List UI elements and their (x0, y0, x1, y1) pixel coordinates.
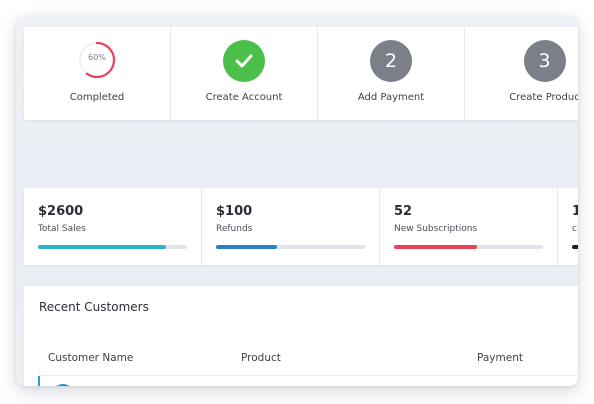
row-accent (38, 376, 40, 386)
stat-progress-fill (216, 245, 278, 249)
step-label-create-account: Create Account (205, 92, 283, 103)
row-divider (38, 375, 578, 376)
stat-caption: Refunds (216, 224, 253, 234)
check-icon (235, 54, 253, 68)
column-header-payment[interactable]: Payment (477, 352, 523, 364)
stat-progress-track (394, 245, 543, 249)
step-number-badge: 3 (523, 40, 566, 82)
step-done-badge (223, 40, 266, 82)
stat-progress-fill (394, 245, 478, 249)
stat-value: 52 (394, 204, 413, 219)
stat-total-sales[interactable]: $2600 Total Sales (24, 188, 202, 265)
table-header: Customer Name Product Payment (24, 348, 578, 368)
step-label-add-payment: Add Payment (357, 92, 425, 103)
stat-progress-fill (572, 245, 578, 249)
recent-customers-panel: Recent Customers Customer Name Product P… (24, 286, 578, 386)
stat-caption: Total Sales (38, 224, 86, 234)
stat-value: 1 (572, 204, 578, 219)
avatar (52, 384, 74, 386)
onboarding-steps: 60% Completed Create Account 2 Add Payme… (24, 27, 578, 120)
step-create-account[interactable]: Create Account (171, 27, 319, 120)
stat-new-subscriptions[interactable]: 52 New Subscriptions (380, 188, 558, 265)
stat-value: $100 (216, 204, 253, 219)
stat-caption: c (572, 224, 577, 234)
stat-value: $2600 (38, 204, 84, 219)
step-number-badge: 2 (370, 40, 413, 82)
stat-progress-fill (38, 245, 167, 249)
stat-progress-track (216, 245, 365, 249)
step-create-product[interactable]: 3 Create Produc (465, 27, 578, 120)
stat-partial[interactable]: 1 c (558, 188, 578, 265)
stat-progress-track (38, 245, 187, 249)
column-header-customer-name[interactable]: Customer Name (48, 352, 133, 364)
step-completed[interactable]: 60% Completed (24, 27, 172, 120)
panel-title: Recent Customers (39, 300, 149, 314)
step-label-completed: Completed (69, 92, 125, 103)
stats-row: $2600 Total Sales $100 Refunds 52 New Su… (24, 188, 578, 265)
stat-progress-track (572, 245, 578, 249)
step-label-create-product: Create Produc (509, 92, 578, 103)
stat-caption: New Subscriptions (394, 224, 478, 234)
progress-percent: 60% (88, 53, 106, 62)
step-add-payment[interactable]: 2 Add Payment (318, 27, 466, 120)
stat-refunds[interactable]: $100 Refunds (202, 188, 380, 265)
progress-ring: 60% (77, 40, 117, 80)
column-header-product[interactable]: Product (241, 352, 281, 364)
dashboard-window: 60% Completed Create Account 2 Add Payme… (16, 16, 578, 386)
